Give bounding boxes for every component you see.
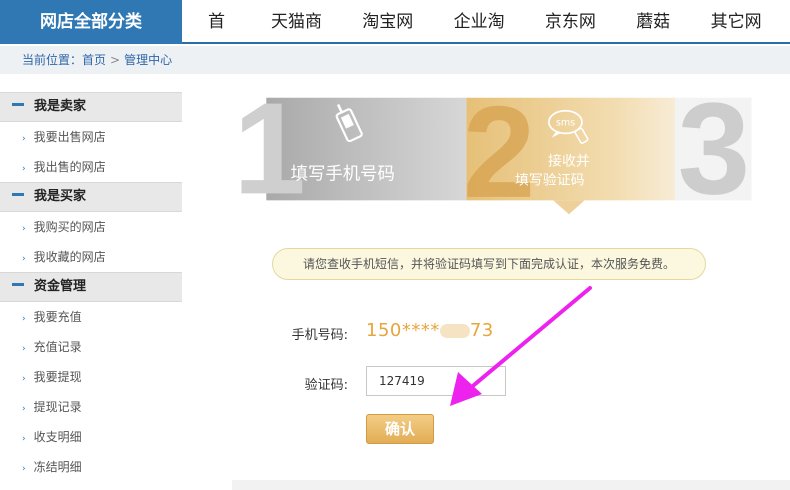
step2-number: 2	[463, 96, 536, 216]
sidebar-item-my-sold-shops[interactable]: › 我出售的网店	[0, 152, 182, 182]
content-bottom-divider	[232, 480, 790, 490]
collapse-icon	[12, 103, 24, 106]
annotation-arrow	[450, 286, 592, 406]
breadcrumb-prefix: 当前位置：	[22, 53, 83, 67]
phone-label: 手机号码:	[291, 328, 348, 343]
step2-label-line1: 接收并	[548, 153, 590, 170]
sms-notice-banner: 请您查收手机短信，并将验证码填写到下面完成认证，本次服务免费。	[272, 248, 706, 280]
sidebar-section-funds[interactable]: 资金管理	[0, 272, 182, 302]
sidebar-item-label: 我要充值	[33, 310, 82, 324]
sidebar-section-title: 我是卖家	[34, 99, 87, 114]
sidebar-item-transactions[interactable]: › 收支明细	[0, 422, 182, 452]
nav-item-jd[interactable]: 京东网店	[533, 0, 624, 76]
chevron-right-icon: ›	[22, 404, 26, 414]
chevron-right-icon: ›	[22, 434, 26, 444]
all-categories-button[interactable]: 网店全部分类	[0, 0, 182, 44]
chevron-right-icon: ›	[22, 224, 26, 234]
chevron-right-icon: ›	[22, 134, 26, 144]
step2-label-line2: 填写验证码	[515, 173, 585, 189]
sidebar-item-label: 冻结明细	[33, 460, 82, 474]
sidebar-item-label: 我要出售网店	[33, 130, 106, 144]
arrow-shaft	[466, 286, 592, 392]
confirm-button[interactable]: 确认	[366, 414, 434, 444]
step1-label: 填写手机号码	[291, 164, 395, 184]
main-content: 1 填写手机号码 2 sms 接收并 填写验证码 3 请您查收手机短信，并将验证…	[200, 96, 790, 490]
sidebar-item-withdraw-records[interactable]: › 提现记录	[0, 392, 182, 422]
sidebar-item-label: 我要提现	[33, 370, 82, 384]
sidebar-item-frozen-details[interactable]: › 冻结明细	[0, 452, 182, 482]
sms-icon-text: sms	[556, 118, 575, 129]
collapse-icon	[12, 283, 24, 286]
top-navigation-bar: 网店全部分类 首 页 天猫商城 淘宝网店 企业淘宝 京东网店 蘑菇街 其它网店	[0, 0, 790, 76]
nav-item-tmall[interactable]: 天猫商城	[259, 0, 350, 76]
step2-pointer	[553, 200, 585, 215]
chevron-right-icon: ›	[22, 254, 26, 264]
nav-item-home[interactable]: 首 页	[196, 0, 259, 76]
sidebar-item-favorite-shops[interactable]: › 我收藏的网店	[0, 242, 182, 272]
phone-number-prefix: 150****	[366, 320, 440, 341]
sidebar-item-label: 我购买的网店	[33, 220, 106, 234]
sidebar: 我是卖家 › 我要出售网店 › 我出售的网店 我是买家 › 我购买的网店 › 我收藏的网…	[0, 92, 182, 482]
sidebar-section-seller[interactable]: 我是卖家	[0, 92, 182, 122]
sidebar-item-label: 我收藏的网店	[33, 250, 106, 264]
breadcrumb-current-link[interactable]: 管理中心	[124, 53, 172, 67]
step3-number: 3	[678, 96, 751, 216]
chevron-right-icon: ›	[22, 374, 26, 384]
sidebar-section-title: 资金管理	[34, 279, 87, 294]
chevron-right-icon: ›	[22, 344, 26, 354]
sidebar-section-title: 我是买家	[34, 189, 87, 204]
verification-code-label: 验证码:	[304, 378, 348, 393]
breadcrumb-home-link[interactable]: 首页	[82, 53, 106, 67]
main-nav: 首 页 天猫商城 淘宝网店 企业淘宝 京东网店 蘑菇街 其它网店	[196, 0, 790, 76]
sidebar-item-withdraw[interactable]: › 我要提现	[0, 362, 182, 392]
sidebar-item-recharge[interactable]: › 我要充值	[0, 302, 182, 332]
chevron-right-icon: ›	[22, 464, 26, 474]
sidebar-item-recharge-records[interactable]: › 充值记录	[0, 332, 182, 362]
sidebar-item-label: 提现记录	[33, 400, 82, 414]
collapse-icon	[12, 193, 24, 196]
arrow-head	[450, 372, 482, 406]
breadcrumb: 当前位置：首页 > 管理中心	[0, 46, 790, 74]
chevron-right-icon: ›	[22, 314, 26, 324]
sidebar-item-sell-shop[interactable]: › 我要出售网店	[0, 122, 182, 152]
step1-number: 1	[233, 96, 306, 216]
sidebar-item-purchased-shops[interactable]: › 我购买的网店	[0, 212, 182, 242]
breadcrumb-separator: >	[110, 53, 121, 67]
nav-item-other[interactable]: 其它网店	[699, 0, 790, 76]
step-progress-banner: 1 填写手机号码 2 sms 接收并 填写验证码 3	[233, 96, 752, 216]
sidebar-section-buyer[interactable]: 我是买家	[0, 182, 182, 212]
sidebar-item-label: 我出售的网店	[33, 160, 106, 174]
sidebar-item-label: 收支明细	[33, 430, 82, 444]
nav-item-mogujie[interactable]: 蘑菇街	[624, 0, 698, 76]
sidebar-item-label: 充值记录	[33, 340, 82, 354]
nav-item-enterprise-taobao[interactable]: 企业淘宝	[442, 0, 533, 76]
nav-item-taobao[interactable]: 淘宝网店	[350, 0, 441, 76]
chevron-right-icon: ›	[22, 164, 26, 174]
